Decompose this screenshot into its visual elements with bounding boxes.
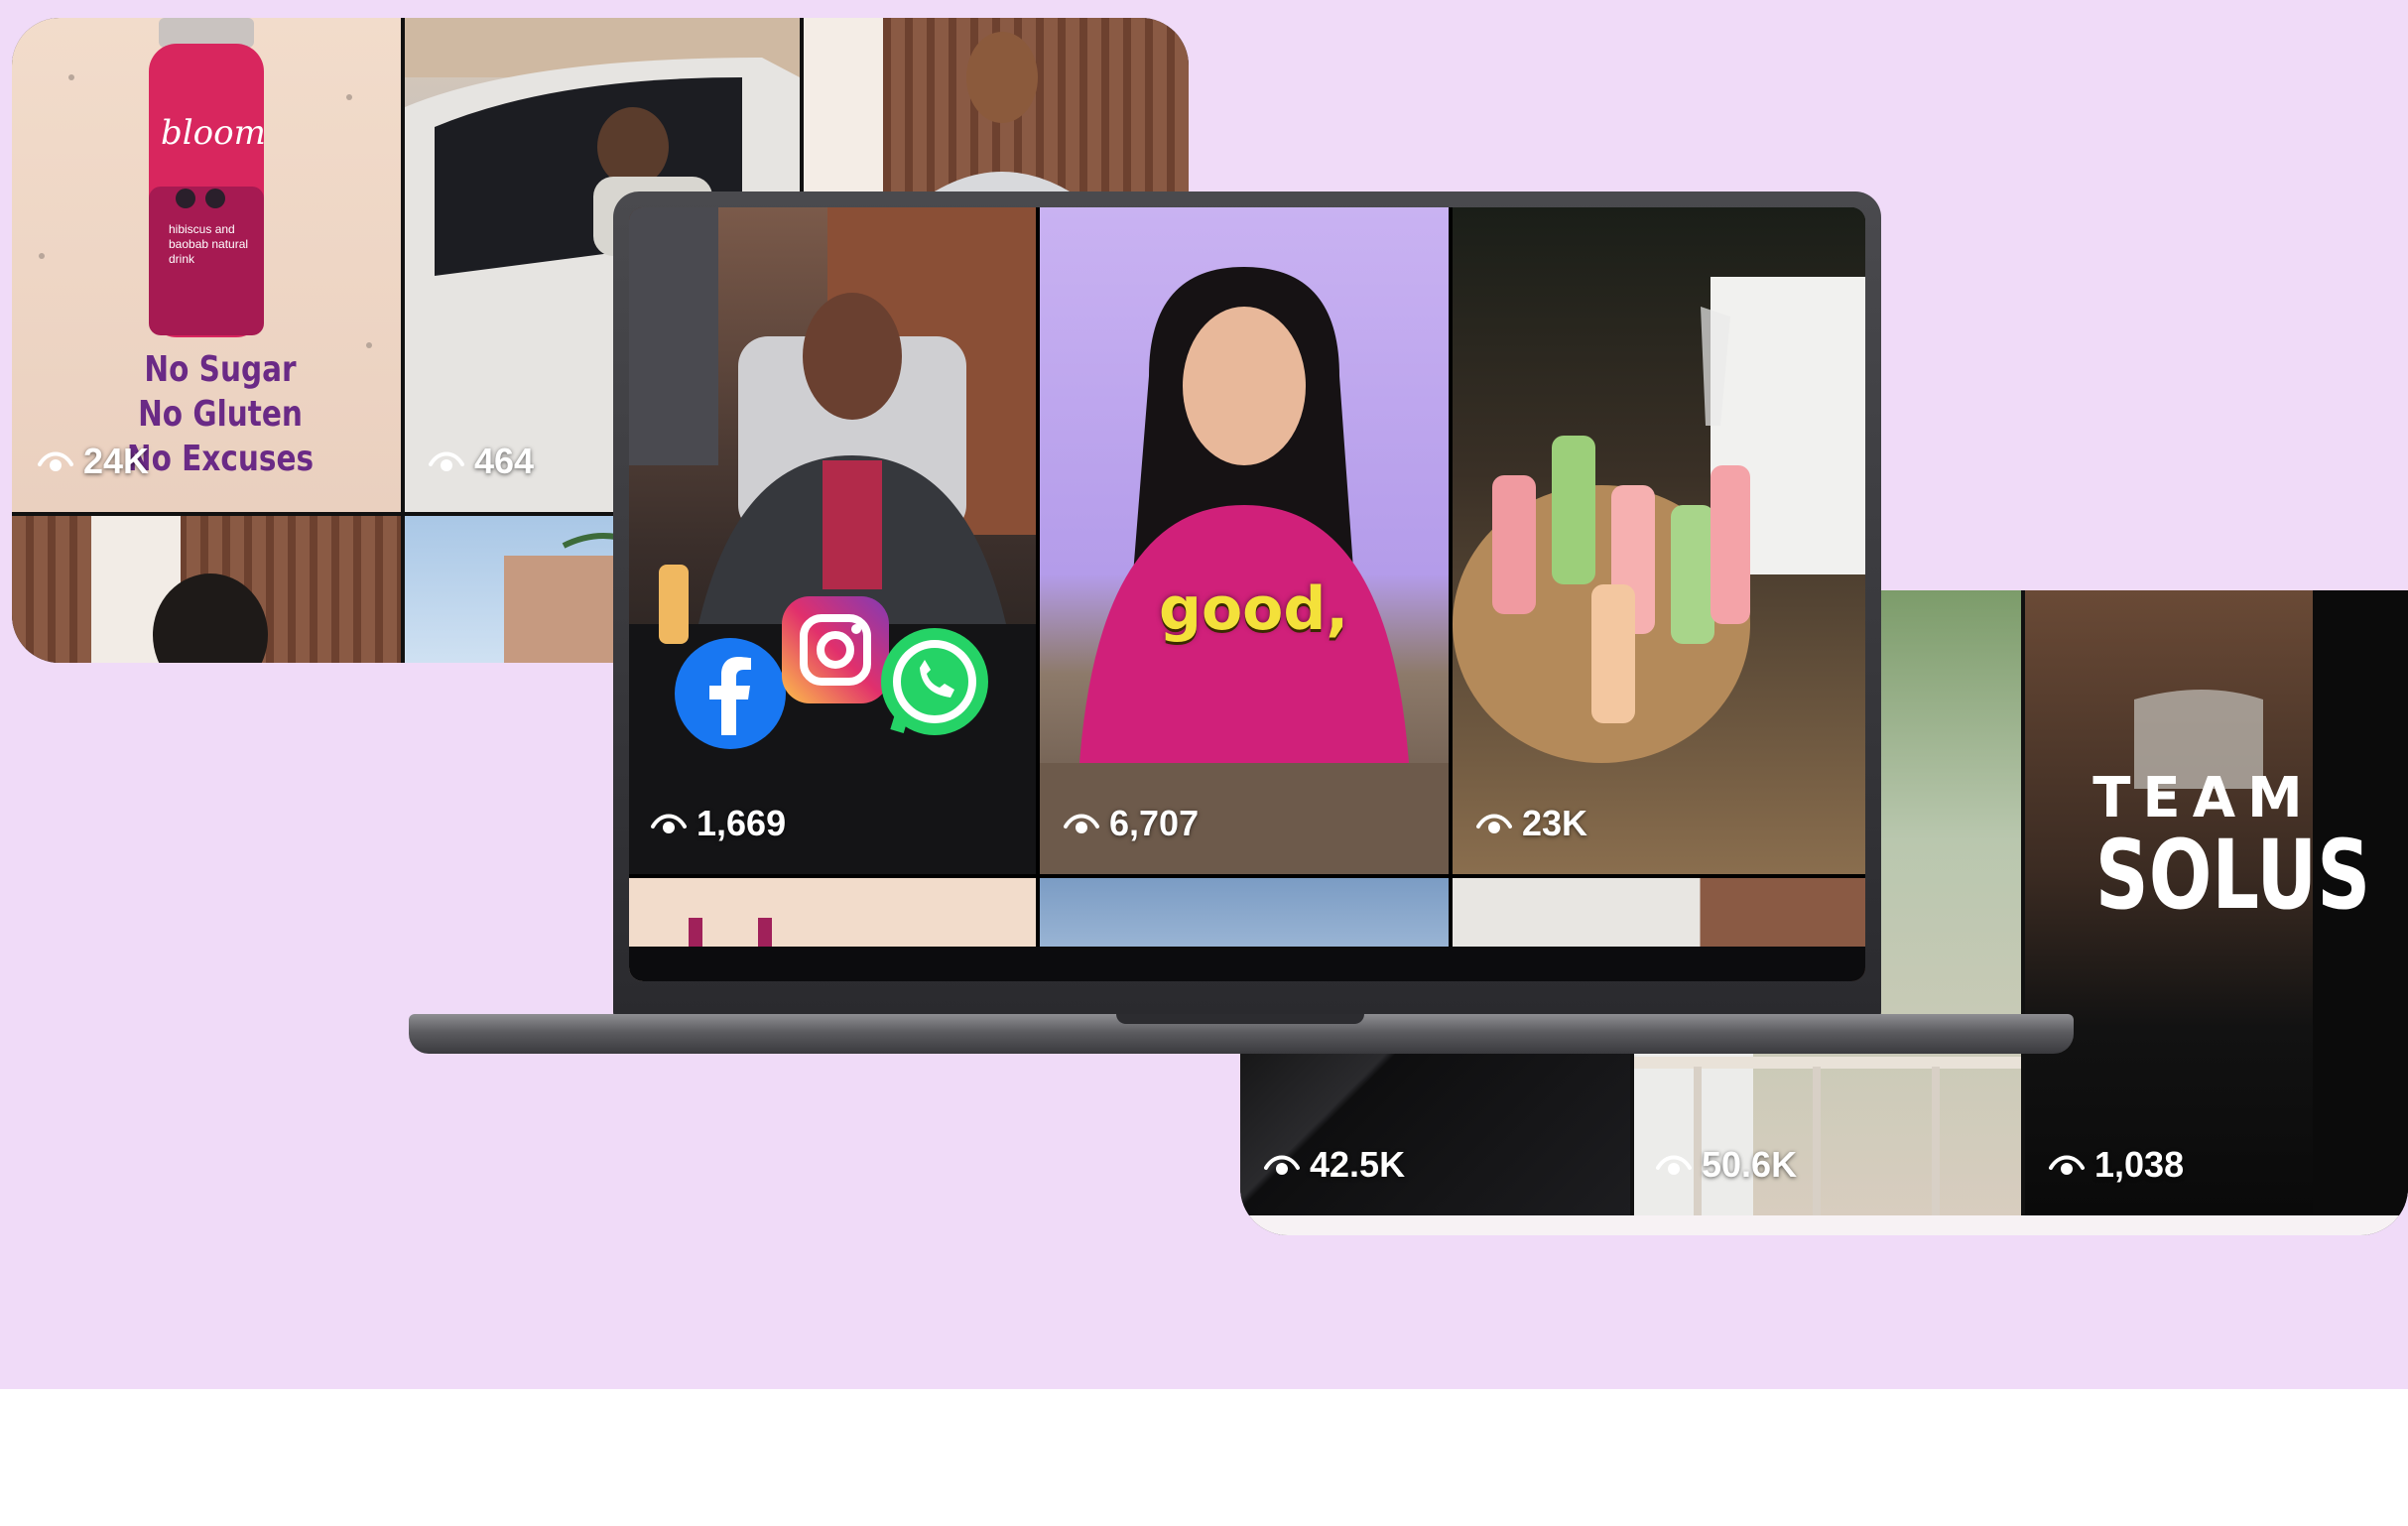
video-tile-bloom[interactable]: bloom hibiscus and baobab natural drink … <box>12 18 401 512</box>
caption-line-1: No Sugar <box>144 349 297 390</box>
view-count: 1,038 <box>2049 1144 2184 1186</box>
view-count: 24K <box>38 441 149 482</box>
view-count-value: 23K <box>1522 803 1588 843</box>
view-count-value: 42.5K <box>1310 1144 1406 1185</box>
bloom-product-name: bloom <box>161 113 266 153</box>
view-count: 464 <box>429 441 534 482</box>
view-count-value: 464 <box>474 441 535 481</box>
title-line-2: SOLUS <box>2094 820 2371 931</box>
page-footer-strip <box>0 1389 2408 1526</box>
video-tile-juice-basket[interactable]: 23K <box>1453 207 1865 874</box>
whatsapp-icon <box>881 628 988 735</box>
eye-icon <box>429 451 464 471</box>
view-count-value: 50.6K <box>1702 1144 1798 1185</box>
view-count-value: 1,038 <box>2094 1144 2185 1185</box>
laptop-lid: 1,669 good, 6,707 23K <box>613 191 1881 1020</box>
person-illustration <box>91 516 268 663</box>
social-icons <box>673 596 990 757</box>
facebook-icon <box>675 638 786 749</box>
video-tile-bottom-1[interactable] <box>12 516 401 663</box>
video-caption: good, <box>1159 574 1349 644</box>
screen-bottom-bezel <box>629 947 1865 981</box>
team-solus-title: TEAM SOLUS <box>2065 769 2371 931</box>
eye-icon <box>1264 1155 1300 1175</box>
view-count-value: 1,669 <box>697 803 787 843</box>
bloom-product-subtitle: hibiscus and baobab natural drink <box>169 222 249 266</box>
laptop-trackpad-notch <box>1116 1014 1364 1024</box>
woman-illustration <box>1040 267 1449 874</box>
eye-icon <box>38 451 73 471</box>
view-count-value: 24K <box>83 441 150 481</box>
eye-icon <box>651 814 687 833</box>
juice-basket-illustration <box>1453 277 1865 763</box>
view-count: 23K <box>1476 803 1587 844</box>
eye-icon <box>2049 1155 2085 1175</box>
presenter-desk-illustration <box>629 207 1036 874</box>
view-count: 50.6K <box>1656 1144 1797 1186</box>
view-count: 6,707 <box>1064 803 1199 844</box>
video-tile-team-solus[interactable]: TEAM SOLUS 1,038 <box>2025 590 2408 1215</box>
eye-icon <box>1656 1155 1692 1175</box>
caption-line-2: No Gluten <box>138 394 303 435</box>
view-count: 42.5K <box>1264 1144 1405 1186</box>
eye-icon <box>1064 814 1099 833</box>
view-count-value: 6,707 <box>1109 803 1200 843</box>
eye-icon <box>1476 814 1512 833</box>
video-tile-social-media[interactable]: 1,669 <box>629 207 1036 874</box>
laptop-screen: 1,669 good, 6,707 23K <box>629 207 1865 981</box>
view-count: 1,669 <box>651 803 786 844</box>
grid-bottom-strip <box>1240 1215 2408 1235</box>
video-tile-good[interactable]: good, 6,707 <box>1040 207 1449 874</box>
